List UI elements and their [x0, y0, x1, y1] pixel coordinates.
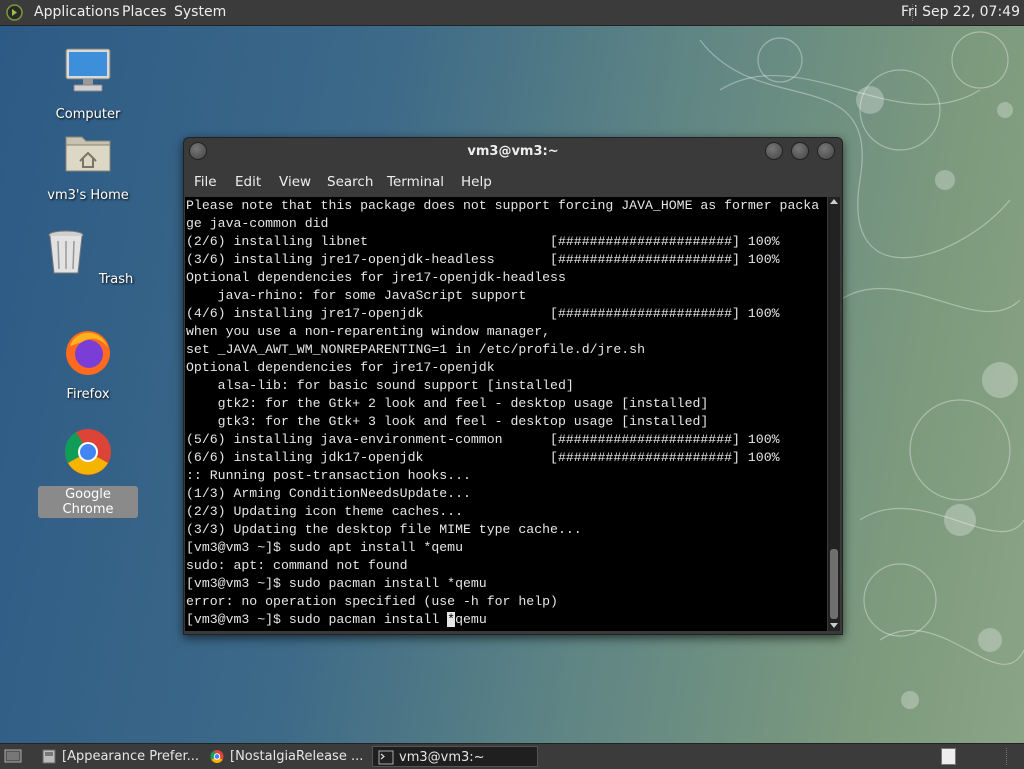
terminal-line: (2/3) Updating icon theme caches...: [186, 504, 463, 519]
taskbar-item-label: [NostalgiaRelease ...: [230, 749, 364, 764]
terminal-line: (3/6) installing jre17-openjdk-headless …: [186, 252, 780, 267]
terminal-line: set _JAVA_AWT_WM_NONREPARENTING=1 in /et…: [186, 342, 645, 357]
applications-menu[interactable]: Applications: [34, 4, 120, 20]
taskbar-item-chrome[interactable]: [NostalgiaRelease ...: [204, 746, 368, 767]
menu-file[interactable]: File: [194, 174, 217, 190]
menu-view[interactable]: View: [279, 174, 311, 190]
terminal-line: Please note that this package does not s…: [186, 198, 820, 213]
workspace-switcher-1[interactable]: [941, 748, 956, 765]
desktop-icon-home[interactable]: vm3's Home: [38, 127, 138, 204]
terminal-output[interactable]: Please note that this package does not s…: [185, 197, 827, 631]
terminal-line: (3/3) Updating the desktop file MIME typ…: [186, 522, 582, 537]
terminal-prompt-line[interactable]: [vm3@vm3 ~]$ sudo pacman install *qemu: [186, 612, 487, 627]
scrollbar-thumb[interactable]: [830, 549, 838, 619]
desktop-icon-label: vm3's Home: [47, 188, 129, 203]
maximize-button[interactable]: [791, 142, 809, 160]
panel-separator: [1006, 748, 1009, 765]
show-desktop-icon[interactable]: [4, 748, 22, 765]
desktop-icon-label: Google Chrome: [38, 486, 138, 518]
terminal-line: ge java-common did: [186, 216, 329, 231]
terminal-line: (2/6) installing libnet [###############…: [186, 234, 780, 249]
system-menu[interactable]: System: [174, 4, 226, 20]
terminal-window[interactable]: vm3@vm3:~ File Edit View Search Terminal…: [183, 137, 843, 635]
terminal-line: (4/6) installing jre17-openjdk [########…: [186, 306, 780, 321]
terminal-icon: [378, 750, 394, 765]
terminal-line: (5/6) installing java-environment-common…: [186, 432, 780, 447]
top-panel: Applications Places System Fri Sep 22, 0…: [0, 0, 1024, 26]
bottom-panel: [Appearance Prefer... [NostalgiaRelease …: [0, 743, 1024, 769]
scroll-down-icon[interactable]: [830, 623, 838, 628]
desktop-icon-trash[interactable]: Trash: [38, 227, 138, 288]
chrome-icon: [210, 749, 224, 764]
desktop-icon-label: Trash: [98, 272, 134, 287]
desktop-icon-label: Firefox: [66, 387, 110, 402]
computer-icon: [65, 48, 111, 92]
terminal-line: [vm3@vm3 ~]$ sudo apt install *qemu: [186, 540, 463, 555]
menu-help[interactable]: Help: [461, 174, 492, 190]
places-menu[interactable]: Places: [122, 4, 167, 20]
clock[interactable]: Fri Sep 22, 07:49: [901, 4, 1020, 20]
window-titlebar[interactable]: vm3@vm3:~: [184, 138, 842, 167]
close-button[interactable]: [817, 142, 835, 160]
terminal-line: :: Running post-transaction hooks...: [186, 468, 471, 483]
appearance-icon: [42, 749, 56, 764]
terminal-line: gtk2: for the Gtk+ 2 look and feel - des…: [186, 396, 709, 411]
home-folder-icon: [65, 136, 111, 172]
distro-logo-icon[interactable]: [6, 4, 23, 21]
terminal-line: [vm3@vm3 ~]$ sudo pacman install *qemu: [186, 576, 487, 591]
prompt-input: qemu: [455, 612, 487, 627]
menu-search[interactable]: Search: [327, 174, 373, 190]
terminal-line: Optional dependencies for jre17-openjdk-…: [186, 270, 566, 285]
menu-edit[interactable]: Edit: [235, 174, 261, 190]
desktop-icon-google-chrome[interactable]: Google Chrome: [38, 426, 138, 518]
terminal-line: (1/3) Arming ConditionNeedsUpdate...: [186, 486, 471, 501]
minimize-button[interactable]: [765, 142, 783, 160]
terminal-line: alsa-lib: for basic sound support [insta…: [186, 378, 574, 393]
taskbar-item-appearance[interactable]: [Appearance Prefer...: [36, 746, 200, 767]
text-cursor: *: [447, 612, 456, 627]
terminal-line: Optional dependencies for jre17-openjdk: [186, 360, 495, 375]
prompt-text: [vm3@vm3 ~]$ sudo pacman install: [186, 612, 448, 627]
menu-terminal[interactable]: Terminal: [387, 174, 444, 190]
desktop-icon-label: Computer: [55, 107, 121, 122]
scroll-up-icon[interactable]: [830, 199, 838, 204]
terminal-line: sudo: apt: command not found: [186, 558, 408, 573]
terminal-menubar: File Edit View Search Terminal Help: [184, 168, 842, 196]
desktop-icon-firefox[interactable]: Firefox: [38, 326, 138, 403]
terminal-line: java-rhino: for some JavaScript support: [186, 288, 527, 303]
taskbar-item-terminal[interactable]: vm3@vm3:~: [372, 746, 538, 767]
firefox-icon: [66, 331, 110, 375]
window-title: vm3@vm3:~: [467, 144, 559, 159]
terminal-line: gtk3: for the Gtk+ 3 look and feel - des…: [186, 414, 709, 429]
terminal-line: error: no operation specified (use -h fo…: [186, 594, 558, 609]
trash-icon: [48, 230, 84, 274]
taskbar-item-label: vm3@vm3:~: [399, 750, 485, 765]
terminal-scrollbar[interactable]: [828, 197, 840, 631]
terminal-line: when you use a non-reparenting window ma…: [186, 324, 551, 339]
chrome-icon: [64, 429, 111, 475]
terminal-line: (6/6) installing jdk17-openjdk [########…: [186, 450, 780, 465]
desktop-icon-computer[interactable]: Computer: [38, 46, 138, 123]
taskbar-item-label: [Appearance Prefer...: [62, 749, 200, 764]
